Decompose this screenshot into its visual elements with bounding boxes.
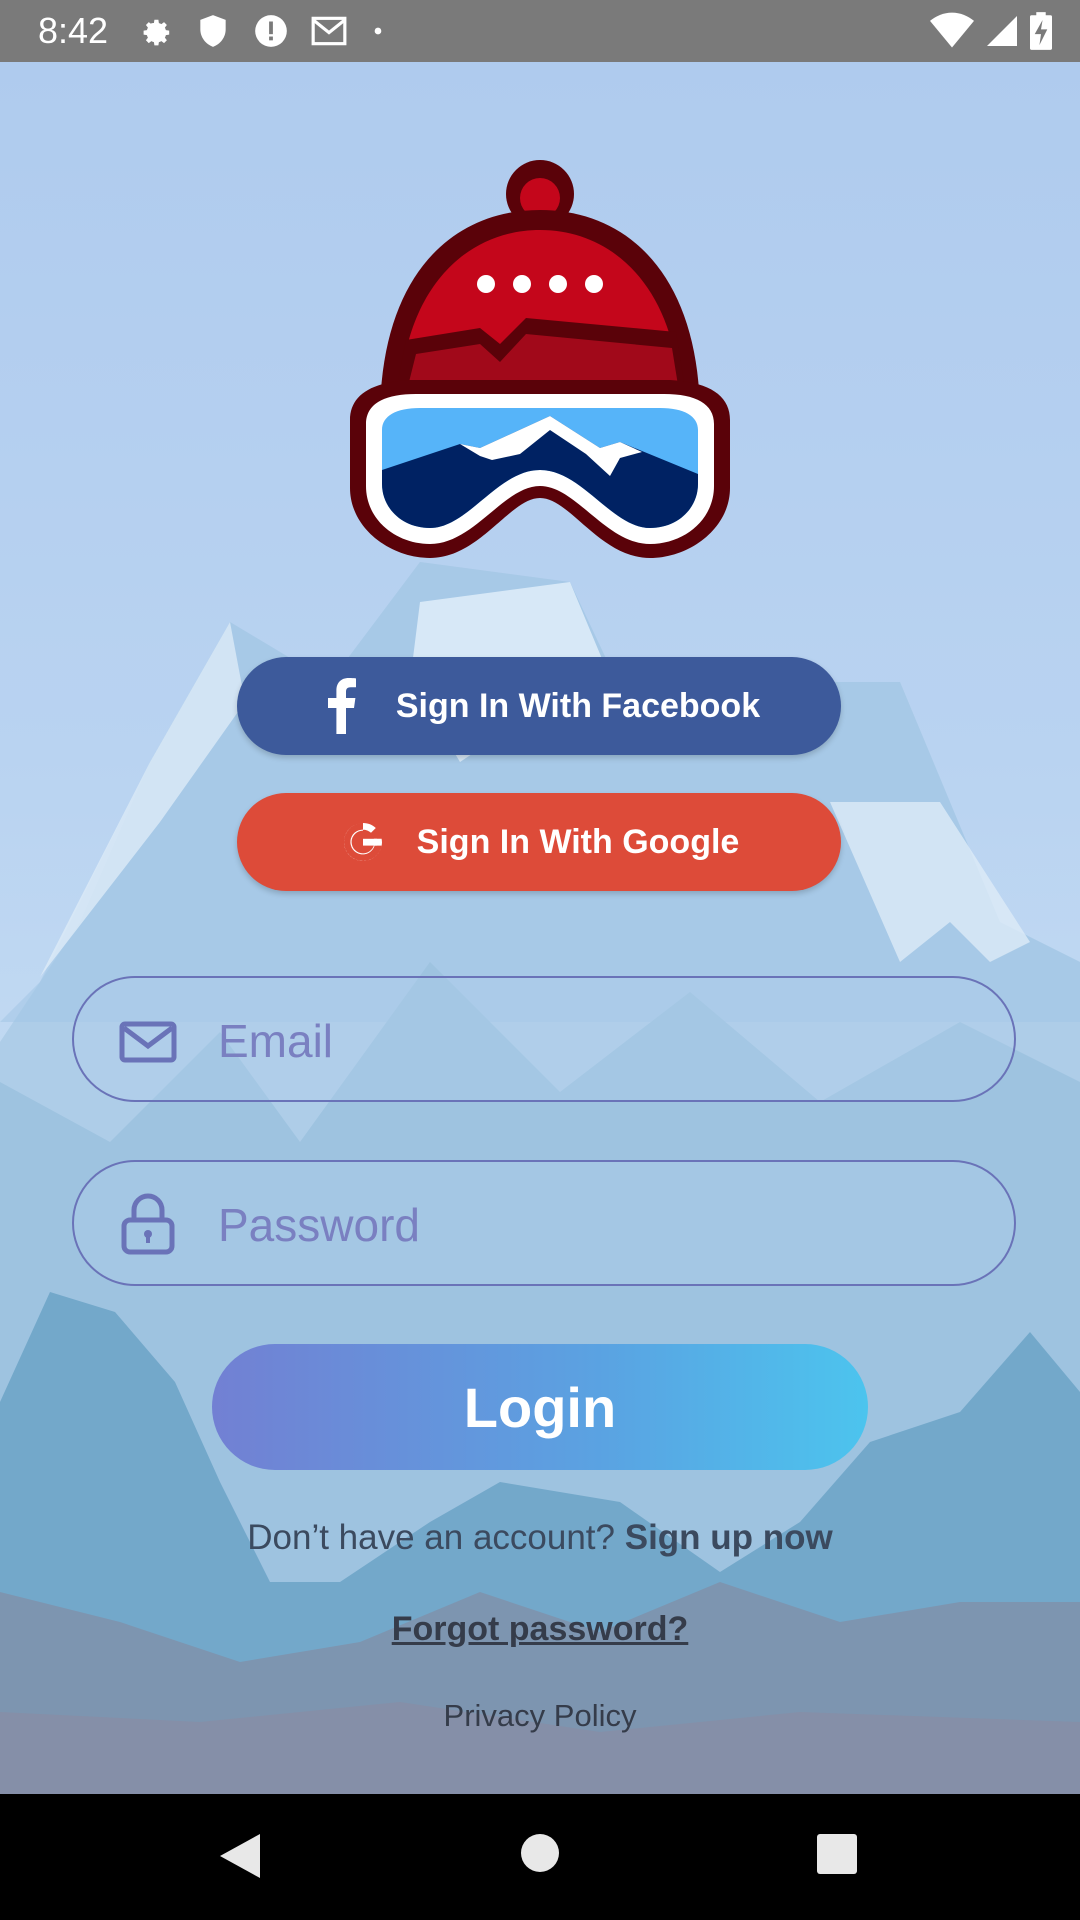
privacy-policy-link[interactable]: Privacy Policy	[0, 1698, 1080, 1734]
status-icons-left	[136, 12, 388, 50]
email-input[interactable]	[216, 1008, 980, 1074]
signup-link[interactable]: Sign up now	[625, 1518, 833, 1557]
signup-row: Don’t have an account? Sign up now	[0, 1518, 1080, 1558]
navigation-bar	[0, 1794, 1080, 1920]
facebook-icon	[327, 678, 356, 734]
status-icons-right	[930, 12, 1052, 50]
email-field[interactable]	[72, 976, 1016, 1102]
password-input[interactable]	[216, 1192, 980, 1258]
facebook-signin-button[interactable]: Sign In With Facebook	[237, 657, 841, 755]
status-bar: 8:42	[0, 0, 1080, 62]
login-label: Login	[463, 1375, 617, 1439]
google-signin-button[interactable]: Sign In With Google	[237, 793, 841, 891]
back-icon[interactable]	[216, 1832, 262, 1880]
login-button[interactable]: Login	[212, 1344, 868, 1470]
login-screen: Sign In With Facebook Sign In With Googl…	[0, 62, 1080, 1794]
signal-icon	[987, 16, 1017, 46]
google-icon	[343, 822, 382, 861]
wifi-icon	[930, 12, 974, 48]
recents-icon[interactable]	[817, 1834, 857, 1874]
signup-prompt: Don’t have an account?	[247, 1518, 615, 1557]
google-signin-label: Sign In With Google	[416, 822, 740, 861]
status-time: 8:42	[38, 10, 109, 51]
alert-icon	[255, 15, 287, 47]
shield-icon	[200, 15, 226, 47]
ski-beanie-goggles-logo	[350, 160, 730, 558]
facebook-signin-label: Sign In With Facebook	[395, 686, 761, 725]
mail-icon	[119, 1021, 177, 1063]
gmail-icon	[311, 16, 347, 46]
password-field[interactable]	[72, 1160, 1016, 1286]
lock-icon	[121, 1193, 175, 1255]
home-icon[interactable]	[519, 1832, 561, 1874]
forgot-password-link[interactable]: Forgot password?	[0, 1610, 1080, 1649]
dot-icon	[374, 27, 382, 35]
battery-charging-icon	[1030, 12, 1052, 50]
gear-icon	[143, 19, 170, 46]
